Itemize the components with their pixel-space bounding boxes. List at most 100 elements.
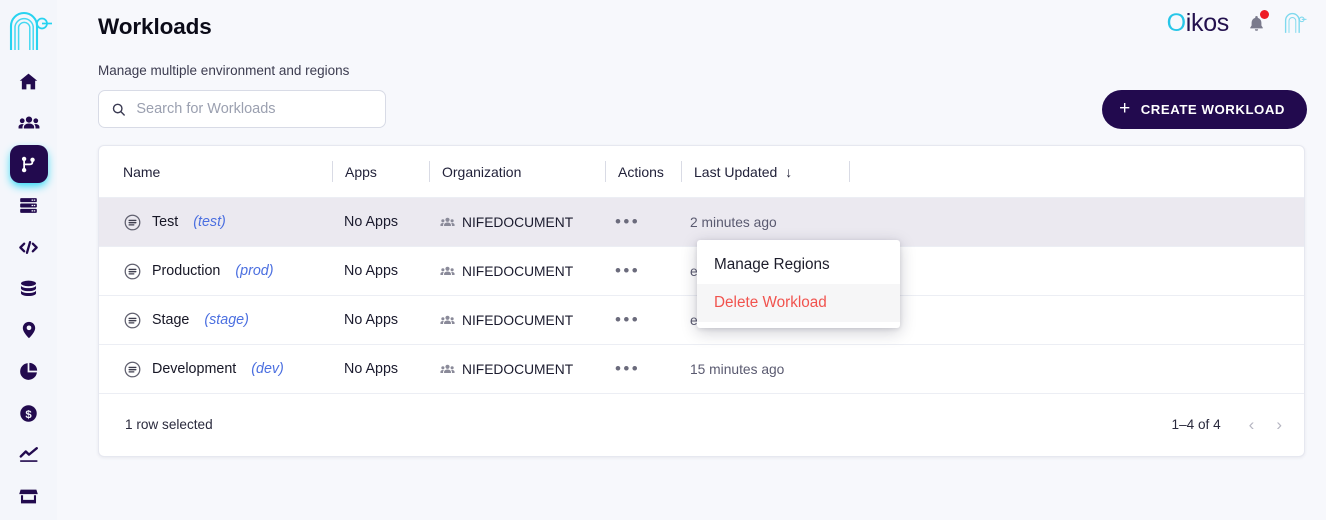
cell-organization: NIFEDOCUMENT xyxy=(428,313,603,328)
table-footer: 1 row selected 1–4 of 4 ‹ › xyxy=(99,394,1304,455)
list-circle-icon xyxy=(124,361,141,377)
brand-logotype-o: O xyxy=(1166,8,1186,37)
column-header-organization[interactable]: Organization xyxy=(430,164,605,180)
search-box[interactable] xyxy=(98,90,386,128)
cell-name: Production (prod) xyxy=(123,262,332,281)
sidebar-item-teams[interactable] xyxy=(10,104,48,142)
column-header-apps-label: Apps xyxy=(345,163,377,180)
pie-chart-icon xyxy=(20,362,38,380)
cell-actions: ••• xyxy=(603,213,678,230)
column-header-organization-label: Organization xyxy=(442,163,522,180)
row-actions-context-menu: Manage Regions Delete Workload xyxy=(697,240,900,328)
cell-organization: NIFEDOCUMENT xyxy=(428,264,603,279)
column-header-name[interactable]: Name xyxy=(123,164,332,180)
row-actions-menu-button[interactable]: ••• xyxy=(615,213,640,230)
workload-slug: (test) xyxy=(193,214,226,230)
column-header-name-label: Name xyxy=(123,163,161,180)
cell-name: Development (dev) xyxy=(123,360,332,379)
brand-area: Oikos xyxy=(1167,10,1307,36)
workloads-page: $ Workloads Oikos Manage multiple enviro… xyxy=(0,0,1326,520)
menu-item-manage-regions[interactable]: Manage Regions xyxy=(697,246,900,284)
row-actions-menu-button[interactable]: ••• xyxy=(615,311,640,328)
sort-descending-icon[interactable]: ↓ xyxy=(785,164,792,180)
column-header-actions-label: Actions xyxy=(618,163,664,180)
workload-slug: (dev) xyxy=(251,361,284,377)
menu-item-delete-workload[interactable]: Delete Workload xyxy=(697,284,900,322)
svg-text:$: $ xyxy=(25,408,32,420)
database-icon xyxy=(20,280,37,297)
organization-name: NIFEDOCUMENT xyxy=(462,263,574,279)
organization-name: NIFEDOCUMENT xyxy=(462,312,574,328)
pagination-range: 1–4 of 4 xyxy=(1171,417,1221,432)
workload-slug: (prod) xyxy=(235,263,274,279)
server-stack-icon xyxy=(20,198,37,213)
sidebar-item-analytics[interactable] xyxy=(10,353,48,391)
column-header-actions[interactable]: Actions xyxy=(606,164,681,180)
workload-name: Stage xyxy=(152,312,190,328)
brand-logotype-rest: ikos xyxy=(1185,8,1230,37)
git-branch-icon xyxy=(21,156,35,172)
cell-apps: No Apps xyxy=(344,263,399,279)
row-actions-menu-button[interactable]: ••• xyxy=(615,262,640,279)
sidebar-item-metrics[interactable] xyxy=(10,436,48,474)
notification-badge-dot xyxy=(1260,10,1269,19)
workload-name: Development xyxy=(152,361,237,377)
home-icon xyxy=(19,73,38,89)
users-group-icon xyxy=(440,266,455,275)
page-subtitle: Manage multiple environment and regions xyxy=(98,63,350,78)
cell-organization: NIFEDOCUMENT xyxy=(428,362,603,377)
create-workload-button[interactable]: + CREATE WORKLOAD xyxy=(1102,90,1307,129)
cell-last-updated: 15 minutes ago xyxy=(690,361,785,377)
oikos-arch-logo xyxy=(9,11,52,50)
cell-apps: No Apps xyxy=(344,361,399,377)
notifications-button[interactable] xyxy=(1245,10,1269,36)
pagination-area: 1–4 of 4 ‹ › xyxy=(1172,416,1282,433)
column-header-last-updated[interactable]: Last Updated ↓ xyxy=(682,164,849,180)
previous-page-button[interactable]: ‹ xyxy=(1249,416,1255,433)
sidebar-logo[interactable] xyxy=(0,0,57,62)
users-group-icon xyxy=(440,315,455,324)
page-title: Workloads xyxy=(98,14,212,39)
cell-organization: NIFEDOCUMENT xyxy=(428,215,603,230)
sidebar-item-regions[interactable] xyxy=(10,311,48,349)
cell-apps: No Apps xyxy=(344,214,399,230)
list-circle-icon xyxy=(124,312,141,328)
cell-apps: No Apps xyxy=(344,312,399,328)
cell-name: Stage (stage) xyxy=(123,311,332,330)
search-input[interactable] xyxy=(136,101,373,117)
organization-name: NIFEDOCUMENT xyxy=(462,361,574,377)
sidebar-item-servers[interactable] xyxy=(10,187,48,225)
cell-last-updated: 2 minutes ago xyxy=(690,214,777,230)
sidebar-item-databases[interactable] xyxy=(10,270,48,308)
users-group-icon xyxy=(440,364,455,373)
workload-slug: (stage) xyxy=(204,312,249,328)
list-circle-icon xyxy=(124,214,141,230)
line-chart-icon xyxy=(19,446,38,462)
sidebar-item-workloads[interactable] xyxy=(9,145,48,183)
column-divider xyxy=(849,161,850,182)
column-header-apps[interactable]: Apps xyxy=(333,164,429,180)
sidebar-nav: $ xyxy=(0,62,57,519)
sidebar-item-marketplace[interactable] xyxy=(10,477,48,515)
main-content: Workloads Oikos Manage multiple environm… xyxy=(57,0,1326,520)
cell-actions: ••• xyxy=(603,360,678,377)
pagination-controls: ‹ › xyxy=(1249,416,1282,433)
sidebar-item-code[interactable] xyxy=(10,228,48,266)
workload-name: Production xyxy=(152,263,221,279)
sidebar-item-home[interactable] xyxy=(10,62,48,100)
search-icon xyxy=(112,103,125,116)
plus-icon: + xyxy=(1119,98,1131,119)
column-header-last-updated-label: Last Updated xyxy=(694,163,778,180)
row-actions-menu-button[interactable]: ••• xyxy=(615,360,640,377)
oikos-mark-icon[interactable] xyxy=(1283,10,1307,36)
table-row[interactable]: Development (dev) No Apps NIFEDOCUMENT •… xyxy=(99,345,1304,394)
cell-name: Test (test) xyxy=(123,213,332,232)
store-icon xyxy=(19,489,38,503)
cell-actions: ••• xyxy=(603,311,678,328)
organization-name: NIFEDOCUMENT xyxy=(462,214,574,230)
workload-name: Test xyxy=(152,214,179,230)
sidebar: $ xyxy=(0,0,57,520)
sidebar-item-billing[interactable]: $ xyxy=(10,394,48,432)
next-page-button[interactable]: › xyxy=(1276,416,1282,433)
code-brackets-icon xyxy=(19,240,38,254)
